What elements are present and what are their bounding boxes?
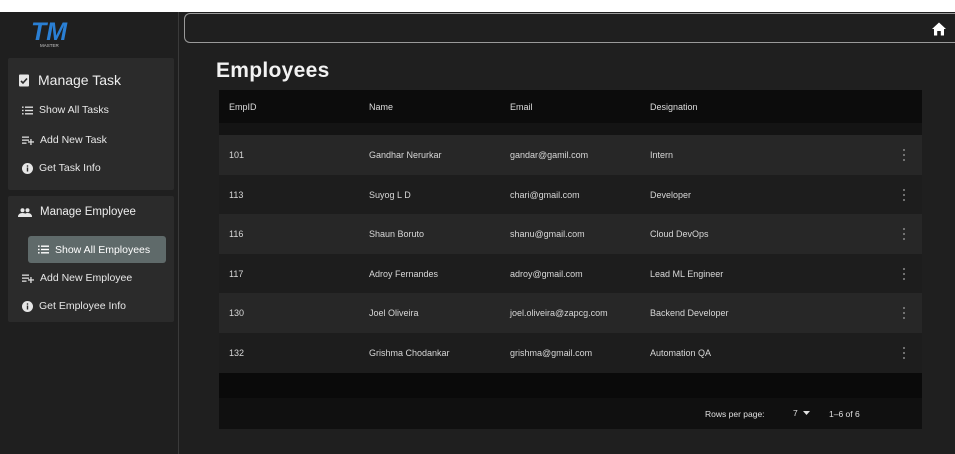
table-row[interactable]: 130 Joel Oliveira joel.oliveira@zapcg.co… [219,293,922,333]
app-window: TM MASTER Manage Task Show All Tasks Add… [0,12,955,454]
sidebar-item-add-new-employee[interactable]: Add New Employee [22,272,132,284]
cell-empid: 132 [229,348,245,358]
manage-employee-header: Manage Employee [18,206,136,218]
cell-designation: Backend Developer [650,308,729,318]
column-header-empid[interactable]: EmpID [229,90,257,123]
cell-email: grishma@gmail.com [510,348,593,358]
cell-email: chari@gmail.com [510,190,580,200]
cell-designation: Intern [650,150,674,160]
table-pagination: Rows per page: 7 1–6 of 6 [219,398,922,429]
task-icon [18,74,30,87]
column-header-designation[interactable]: Designation [650,90,698,123]
cell-empid: 113 [229,190,244,200]
employees-table: EmpID Name Email Designation 101 Gandhar… [219,90,922,429]
people-icon [18,207,32,217]
cell-empid: 117 [229,269,244,279]
sidebar-item-label: Get Employee Info [39,300,126,312]
cell-email: gandar@gamil.com [510,150,589,160]
sidebar: TM MASTER Manage Task Show All Tasks Add… [0,12,179,454]
cell-designation: Developer [650,190,692,200]
table-row[interactable]: 101 Gandhar Nerurkar gandar@gamil.com In… [219,135,922,175]
sidebar-item-get-employee-info[interactable]: Get Employee Info [22,300,126,312]
table-row[interactable]: 132 Grishma Chodankar grishma@gmail.com … [219,333,922,373]
cell-designation: Lead ML Engineer [650,269,724,279]
table-row[interactable]: 117 Adroy Fernandes adroy@gmail.com Lead… [219,254,922,294]
home-icon[interactable] [931,21,947,37]
cell-name: Shaun Boruto [369,229,425,239]
cell-name: Suyog L D [369,190,411,200]
cell-name: Joel Oliveira [369,308,419,318]
cell-email: adroy@gmail.com [510,269,583,279]
manage-employee-panel: Manage Employee Show All Employees Add N… [8,196,174,322]
playlist-add-icon [22,274,34,283]
sidebar-item-label: Get Task Info [39,162,101,174]
sidebar-item-label: Show All Tasks [39,104,109,116]
list-icon [22,106,33,115]
sidebar-item-label: Show All Employees [55,243,151,256]
sidebar-item-show-all-tasks[interactable]: Show All Tasks [22,104,109,116]
caret-down-icon [802,411,810,415]
cell-name: Adroy Fernandes [369,269,439,279]
table-row[interactable]: 116 Shaun Boruto shanu@gmail.com Cloud D… [219,214,922,254]
more-vert-icon[interactable] [902,347,906,359]
manage-task-title: Manage Task [38,72,122,88]
playlist-add-icon [22,136,34,145]
logo-mark: TM MASTER [31,18,68,48]
sidebar-item-label: Add New Task [40,134,107,146]
more-vert-icon[interactable] [902,307,906,319]
cell-empid: 130 [229,308,245,318]
cell-name: Gandhar Nerurkar [369,150,442,160]
pagination-range: 1–6 of 6 [829,409,860,419]
logo-subtext: MASTER [40,43,60,48]
cell-empid: 116 [229,229,244,239]
table-row[interactable]: 113 Suyog L D chari@gmail.com Developer [219,175,922,215]
column-header-email[interactable]: Email [510,90,533,123]
manage-employee-title: Manage Employee [40,206,136,218]
top-app-bar [184,13,955,43]
page-title: Employees [216,59,330,82]
rows-per-page-select[interactable]: 7 [793,408,810,418]
cell-designation: Automation QA [650,348,712,358]
empty-row [219,373,922,398]
logo-text: TM [31,18,68,46]
manage-task-panel: Manage Task Show All Tasks Add New Task … [8,58,174,190]
more-vert-icon[interactable] [902,268,906,280]
manage-task-header: Manage Task [18,72,121,88]
cell-empid: 101 [229,150,245,160]
table-header-row: EmpID Name Email Designation [219,90,922,123]
sidebar-item-add-new-task[interactable]: Add New Task [22,134,107,146]
more-vert-icon[interactable] [902,189,906,201]
rows-per-page-value: 7 [793,408,798,418]
cell-designation: Cloud DevOps [650,229,709,239]
cell-email: joel.oliveira@zapcg.com [510,308,608,318]
column-header-name[interactable]: Name [369,90,393,123]
cell-email: shanu@gmail.com [510,229,585,239]
rows-per-page-label: Rows per page: [705,409,765,419]
cell-name: Grishma Chodankar [369,348,450,358]
sidebar-item-label: Add New Employee [40,272,133,284]
sidebar-item-show-all-employees[interactable]: Show All Employees [28,236,166,263]
info-icon [22,300,33,312]
info-icon [22,162,33,174]
more-vert-icon[interactable] [902,149,906,161]
list-icon [38,245,49,254]
more-vert-icon[interactable] [902,228,906,240]
sidebar-item-get-task-info[interactable]: Get Task Info [22,162,101,174]
app-logo[interactable]: TM MASTER [30,16,70,50]
